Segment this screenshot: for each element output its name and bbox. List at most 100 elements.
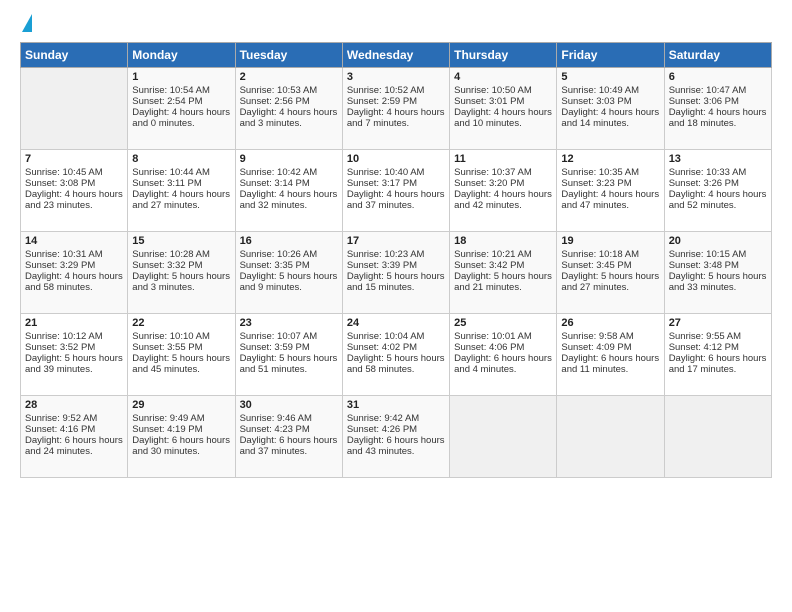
calendar-cell: 19Sunrise: 10:18 AMSunset: 3:45 PMDaylig… bbox=[557, 232, 664, 314]
daylight-text-2: and 0 minutes. bbox=[132, 118, 230, 129]
sunset-text: Sunset: 3:45 PM bbox=[561, 260, 659, 271]
daylight-text-2: and 4 minutes. bbox=[454, 364, 552, 375]
daylight-text: Daylight: 5 hours hours bbox=[240, 271, 338, 282]
sunrise-text: Sunrise: 10:18 AM bbox=[561, 249, 659, 260]
daylight-text: Daylight: 4 hours hours bbox=[132, 189, 230, 200]
daylight-text-2: and 52 minutes. bbox=[669, 200, 767, 211]
logo-triangle-icon bbox=[22, 14, 32, 32]
calendar-cell: 27Sunrise: 9:55 AMSunset: 4:12 PMDayligh… bbox=[664, 314, 771, 396]
sunset-text: Sunset: 4:23 PM bbox=[240, 424, 338, 435]
sunset-text: Sunset: 3:59 PM bbox=[240, 342, 338, 353]
day-number: 20 bbox=[669, 235, 767, 247]
daylight-text-2: and 32 minutes. bbox=[240, 200, 338, 211]
calendar-week-row: 7Sunrise: 10:45 AMSunset: 3:08 PMDayligh… bbox=[21, 150, 772, 232]
calendar-cell: 13Sunrise: 10:33 AMSunset: 3:26 PMDaylig… bbox=[664, 150, 771, 232]
daylight-text-2: and 11 minutes. bbox=[561, 364, 659, 375]
daylight-text: Daylight: 4 hours hours bbox=[25, 189, 123, 200]
day-number: 5 bbox=[561, 71, 659, 83]
day-number: 6 bbox=[669, 71, 767, 83]
header bbox=[20, 16, 772, 34]
sunset-text: Sunset: 3:32 PM bbox=[132, 260, 230, 271]
sunrise-text: Sunrise: 10:28 AM bbox=[132, 249, 230, 260]
daylight-text: Daylight: 4 hours hours bbox=[561, 189, 659, 200]
sunrise-text: Sunrise: 10:45 AM bbox=[25, 167, 123, 178]
daylight-text: Daylight: 6 hours hours bbox=[669, 353, 767, 364]
sunrise-text: Sunrise: 9:46 AM bbox=[240, 413, 338, 424]
sunrise-text: Sunrise: 9:55 AM bbox=[669, 331, 767, 342]
sunset-text: Sunset: 3:35 PM bbox=[240, 260, 338, 271]
sunset-text: Sunset: 4:12 PM bbox=[669, 342, 767, 353]
calendar-cell: 12Sunrise: 10:35 AMSunset: 3:23 PMDaylig… bbox=[557, 150, 664, 232]
weekday-header-sunday: Sunday bbox=[21, 43, 128, 68]
calendar-cell: 8Sunrise: 10:44 AMSunset: 3:11 PMDayligh… bbox=[128, 150, 235, 232]
calendar-cell: 30 Sunrise: 9:46 AMSunset: 4:23 PMDayligh… bbox=[235, 396, 342, 478]
day-number: 23 bbox=[240, 317, 338, 329]
daylight-text-2: and 24 minutes. bbox=[25, 446, 123, 457]
calendar-cell: 24Sunrise: 10:04 AMSunset: 4:02 PMDaylig… bbox=[342, 314, 449, 396]
sunset-text: Sunset: 3:17 PM bbox=[347, 178, 445, 189]
sunrise-text: Sunrise: 10:40 AM bbox=[347, 167, 445, 178]
sunset-text: Sunset: 3:39 PM bbox=[347, 260, 445, 271]
sunrise-text: Sunrise: 10:49 AM bbox=[561, 85, 659, 96]
calendar-cell: 5Sunrise: 10:49 AMSunset: 3:03 PMDayligh… bbox=[557, 68, 664, 150]
daylight-text-2: and 47 minutes. bbox=[561, 200, 659, 211]
daylight-text: Daylight: 6 hours hours bbox=[240, 435, 338, 446]
daylight-text-2: and 18 minutes. bbox=[669, 118, 767, 129]
calendar-cell: 14Sunrise: 10:31 AMSunset: 3:29 PMDaylig… bbox=[21, 232, 128, 314]
daylight-text: Daylight: 6 hours hours bbox=[561, 353, 659, 364]
daylight-text: Daylight: 5 hours hours bbox=[669, 271, 767, 282]
daylight-text: Daylight: 4 hours hours bbox=[240, 107, 338, 118]
daylight-text: Daylight: 4 hours hours bbox=[347, 189, 445, 200]
sunset-text: Sunset: 3:11 PM bbox=[132, 178, 230, 189]
weekday-header-tuesday: Tuesday bbox=[235, 43, 342, 68]
sunrise-text: Sunrise: 9:52 AM bbox=[25, 413, 123, 424]
page: SundayMondayTuesdayWednesdayThursdayFrid… bbox=[0, 0, 792, 612]
daylight-text-2: and 58 minutes. bbox=[25, 282, 123, 293]
calendar-cell: 1Sunrise: 10:54 AMSunset: 2:54 PMDayligh… bbox=[128, 68, 235, 150]
daylight-text: Daylight: 5 hours hours bbox=[132, 271, 230, 282]
sunset-text: Sunset: 3:20 PM bbox=[454, 178, 552, 189]
calendar-cell: 23Sunrise: 10:07 AMSunset: 3:59 PMDaylig… bbox=[235, 314, 342, 396]
sunrise-text: Sunrise: 10:10 AM bbox=[132, 331, 230, 342]
calendar-cell bbox=[557, 396, 664, 478]
daylight-text: Daylight: 4 hours hours bbox=[454, 107, 552, 118]
sunset-text: Sunset: 3:23 PM bbox=[561, 178, 659, 189]
sunset-text: Sunset: 3:08 PM bbox=[25, 178, 123, 189]
sunrise-text: Sunrise: 10:44 AM bbox=[132, 167, 230, 178]
sunset-text: Sunset: 4:16 PM bbox=[25, 424, 123, 435]
daylight-text-2: and 39 minutes. bbox=[25, 364, 123, 375]
sunset-text: Sunset: 3:14 PM bbox=[240, 178, 338, 189]
sunrise-text: Sunrise: 10:23 AM bbox=[347, 249, 445, 260]
calendar-week-row: 21Sunrise: 10:12 AMSunset: 3:52 PMDaylig… bbox=[21, 314, 772, 396]
sunset-text: Sunset: 4:19 PM bbox=[132, 424, 230, 435]
weekday-header-saturday: Saturday bbox=[664, 43, 771, 68]
sunrise-text: Sunrise: 10:47 AM bbox=[669, 85, 767, 96]
daylight-text: Daylight: 4 hours hours bbox=[347, 107, 445, 118]
daylight-text: Daylight: 5 hours hours bbox=[240, 353, 338, 364]
day-number: 7 bbox=[25, 153, 123, 165]
calendar-cell: 25Sunrise: 10:01 AMSunset: 4:06 PMDaylig… bbox=[450, 314, 557, 396]
sunset-text: Sunset: 3:55 PM bbox=[132, 342, 230, 353]
calendar-week-row: 14Sunrise: 10:31 AMSunset: 3:29 PMDaylig… bbox=[21, 232, 772, 314]
day-number: 11 bbox=[454, 153, 552, 165]
day-number: 30 bbox=[240, 399, 338, 411]
day-number: 4 bbox=[454, 71, 552, 83]
sunset-text: Sunset: 3:26 PM bbox=[669, 178, 767, 189]
daylight-text-2: and 58 minutes. bbox=[347, 364, 445, 375]
daylight-text-2: and 37 minutes. bbox=[240, 446, 338, 457]
daylight-text: Daylight: 6 hours hours bbox=[25, 435, 123, 446]
calendar-cell: 6Sunrise: 10:47 AMSunset: 3:06 PMDayligh… bbox=[664, 68, 771, 150]
daylight-text: Daylight: 4 hours hours bbox=[454, 189, 552, 200]
day-number: 9 bbox=[240, 153, 338, 165]
day-number: 13 bbox=[669, 153, 767, 165]
daylight-text-2: and 9 minutes. bbox=[240, 282, 338, 293]
daylight-text: Daylight: 6 hours hours bbox=[454, 353, 552, 364]
daylight-text-2: and 43 minutes. bbox=[347, 446, 445, 457]
sunrise-text: Sunrise: 9:49 AM bbox=[132, 413, 230, 424]
calendar-cell: 26Sunrise: 9:58 AMSunset: 4:09 PMDayligh… bbox=[557, 314, 664, 396]
sunrise-text: Sunrise: 10:21 AM bbox=[454, 249, 552, 260]
day-number: 26 bbox=[561, 317, 659, 329]
daylight-text: Daylight: 4 hours hours bbox=[25, 271, 123, 282]
sunset-text: Sunset: 3:01 PM bbox=[454, 96, 552, 107]
calendar-cell: 3Sunrise: 10:52 AMSunset: 2:59 PMDayligh… bbox=[342, 68, 449, 150]
